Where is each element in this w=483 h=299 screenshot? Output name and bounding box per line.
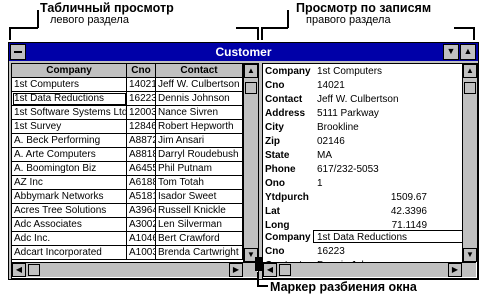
table-cell[interactable]: A8818 bbox=[127, 148, 156, 162]
left-brace bbox=[9, 10, 259, 40]
record-scroll-up-arrow-icon[interactable]: ▲ bbox=[463, 64, 477, 78]
field-value[interactable]: 14021 bbox=[317, 79, 345, 92]
maximize-button[interactable]: ▲ bbox=[460, 44, 476, 60]
table-cell[interactable]: A1046 bbox=[127, 232, 156, 246]
table-cell[interactable]: Len Silverman bbox=[156, 218, 243, 232]
record-scroll-right-arrow-icon[interactable]: ▶ bbox=[448, 263, 462, 277]
field-label: Company bbox=[265, 232, 311, 243]
field-label: Address bbox=[265, 108, 306, 119]
table-cell[interactable]: Adc Inc. bbox=[12, 232, 127, 246]
title-bar: Customer ▼ ▲ bbox=[9, 43, 478, 61]
column-header-contact[interactable]: Contact bbox=[156, 64, 243, 78]
scroll-thumb[interactable] bbox=[245, 82, 257, 94]
customer-window: Customer ▼ ▲ Company Cno Contact 1st Comput… bbox=[8, 42, 479, 280]
table-cell[interactable]: Robert Hepworth bbox=[156, 120, 243, 134]
table-cell[interactable]: Nance Sivren bbox=[156, 106, 243, 120]
table-cell[interactable]: 1st Data Reductions bbox=[12, 92, 127, 106]
field-label: Phone bbox=[265, 164, 296, 175]
table-cell[interactable]: A. Beck Performing bbox=[12, 134, 127, 148]
field-value[interactable]: 1st Computers bbox=[317, 65, 382, 78]
record-scroll-down-arrow-icon[interactable]: ▼ bbox=[463, 248, 477, 262]
field-value[interactable]: 02146 bbox=[317, 135, 345, 148]
field-value[interactable]: Brookline bbox=[317, 121, 359, 134]
window-split-marker[interactable] bbox=[255, 257, 262, 271]
field-value[interactable]: MA bbox=[317, 149, 332, 162]
field-label: Cno bbox=[265, 80, 285, 91]
table-cell[interactable]: Dennis Johnson bbox=[156, 92, 243, 106]
table-cell[interactable]: 1st Computers bbox=[12, 78, 127, 92]
table-horizontal-scrollbar[interactable]: ◀ ▶ bbox=[12, 262, 257, 277]
record-scroll-thumb[interactable] bbox=[464, 82, 476, 94]
field-value[interactable]: 42.3396 bbox=[317, 205, 427, 218]
scroll-up-arrow-icon[interactable]: ▲ bbox=[244, 64, 258, 78]
table-cell[interactable]: 16223 bbox=[127, 92, 156, 106]
field-label: Lat bbox=[265, 206, 280, 217]
table-cell[interactable]: Isador Sweet bbox=[156, 190, 243, 204]
table-cell[interactable]: Phil Putnam bbox=[156, 162, 243, 176]
field-value[interactable]: 617/232-5053 bbox=[317, 163, 379, 176]
field-value[interactable]: Jeff W. Culbertson bbox=[317, 93, 399, 106]
table-cell[interactable]: A6188 bbox=[127, 176, 156, 190]
field-value[interactable]: 5111 Parkway bbox=[317, 107, 379, 120]
table-cell[interactable]: 1st Survey bbox=[12, 120, 127, 134]
record-horizontal-scrollbar[interactable]: ◀ ▶ bbox=[263, 262, 476, 277]
window-title: Customer bbox=[215, 45, 272, 59]
annotation-split-marker: Маркер разбиения окна bbox=[270, 280, 417, 294]
field-label: City bbox=[265, 122, 284, 133]
field-value[interactable]: 1509.67 bbox=[317, 191, 427, 204]
field-label: Contact bbox=[265, 94, 303, 105]
table-cell[interactable]: 12003 bbox=[127, 106, 156, 120]
table-cell[interactable]: Darryl Roudebush bbox=[156, 148, 243, 162]
table-cell[interactable]: Acres Tree Solutions bbox=[12, 204, 127, 218]
field-value[interactable]: 16223 bbox=[317, 245, 345, 258]
table-cell[interactable]: Russell Knickle bbox=[156, 204, 243, 218]
table-view-pane: Company Cno Contact 1st Computers 14021 Jeff … bbox=[11, 63, 259, 279]
table-cell[interactable]: A3964 bbox=[127, 204, 156, 218]
column-header-cno[interactable]: Cno bbox=[127, 64, 156, 78]
table-cell[interactable]: 12846 bbox=[127, 120, 156, 134]
table-cell[interactable]: A3002 bbox=[127, 218, 156, 232]
table-cell[interactable]: Jeff W. Culbertson bbox=[156, 78, 243, 92]
record-vertical-scrollbar[interactable]: ▲ ▼ bbox=[462, 64, 477, 262]
minimize-button[interactable]: ▼ bbox=[443, 44, 459, 60]
table-vertical-scrollbar[interactable]: ▲ ▼ bbox=[243, 64, 258, 262]
scroll-right-arrow-icon[interactable]: ▶ bbox=[229, 263, 243, 277]
split-marker-arrow bbox=[257, 272, 268, 287]
table-cell[interactable]: Adcart Incorporated bbox=[12, 246, 127, 260]
table-cell[interactable]: Abbymark Networks bbox=[12, 190, 127, 204]
table-cell[interactable]: Jim Ansari bbox=[156, 134, 243, 148]
record-view-pane: Company 1st Computers Cno 14021 Contact Jeff … bbox=[262, 63, 478, 279]
table-cell[interactable]: Brenda Cartwright bbox=[156, 246, 243, 260]
table-cell[interactable]: 1st Software Systems Ltd. bbox=[12, 106, 127, 120]
record-hscroll-thumb[interactable] bbox=[279, 264, 291, 276]
table-cell[interactable]: A. Arte Computers bbox=[12, 148, 127, 162]
table-cell[interactable]: A1003 bbox=[127, 246, 156, 260]
field-value[interactable]: 1 bbox=[317, 177, 323, 190]
table-cell[interactable]: A5181 bbox=[127, 190, 156, 204]
field-label: Zip bbox=[265, 136, 280, 147]
table-cell[interactable]: A. Boomington Biz bbox=[12, 162, 127, 176]
column-header-company[interactable]: Company bbox=[12, 64, 127, 78]
table-cell[interactable]: A8872 bbox=[127, 134, 156, 148]
field-value[interactable]: 1st Data Reductions bbox=[317, 231, 407, 244]
table-cell[interactable]: 14021 bbox=[127, 78, 156, 92]
field-label: Cno bbox=[265, 246, 285, 257]
right-brace bbox=[261, 10, 475, 40]
table-cell[interactable]: AZ Inc bbox=[12, 176, 127, 190]
field-label: Ono bbox=[265, 178, 285, 189]
table-cell[interactable]: Tom Totah bbox=[156, 176, 243, 190]
scroll-left-arrow-icon[interactable]: ◀ bbox=[12, 263, 26, 277]
field-label: Company bbox=[265, 66, 311, 77]
table-cell[interactable]: Bert Crawford bbox=[156, 232, 243, 246]
hscroll-thumb[interactable] bbox=[28, 264, 40, 276]
field-label: Ytdpurch bbox=[265, 192, 309, 203]
field-label: State bbox=[265, 150, 290, 161]
table-cell[interactable]: A6455 bbox=[127, 162, 156, 176]
table-cell[interactable]: Adc Associates bbox=[12, 218, 127, 232]
